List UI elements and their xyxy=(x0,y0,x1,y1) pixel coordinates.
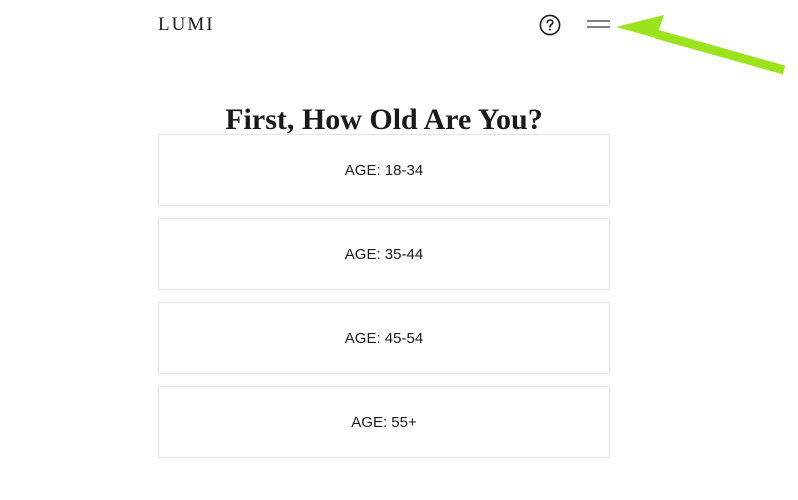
option-label: AGE: 45-54 xyxy=(344,329,424,347)
age-options: AGE: 18-34 AGE: 35-44 AGE: 45-54 AGE: 55… xyxy=(158,134,610,470)
age-option-45-54[interactable]: AGE: 45-54 xyxy=(158,302,610,374)
option-label: AGE: 18-34 xyxy=(344,161,424,179)
question-circle-icon xyxy=(539,14,561,36)
age-option-55-plus[interactable]: AGE: 55+ xyxy=(158,386,610,458)
site-header: LUMI xyxy=(0,0,798,52)
age-option-18-34[interactable]: AGE: 18-34 xyxy=(158,134,610,206)
option-label: AGE: 55+ xyxy=(351,413,417,431)
logo[interactable]: LUMI xyxy=(158,14,215,36)
age-option-35-44[interactable]: AGE: 35-44 xyxy=(158,218,610,290)
help-button[interactable] xyxy=(539,14,561,36)
menu-button[interactable] xyxy=(587,17,610,33)
hamburger-menu-icon xyxy=(587,20,610,28)
option-label: AGE: 35-44 xyxy=(344,245,424,263)
